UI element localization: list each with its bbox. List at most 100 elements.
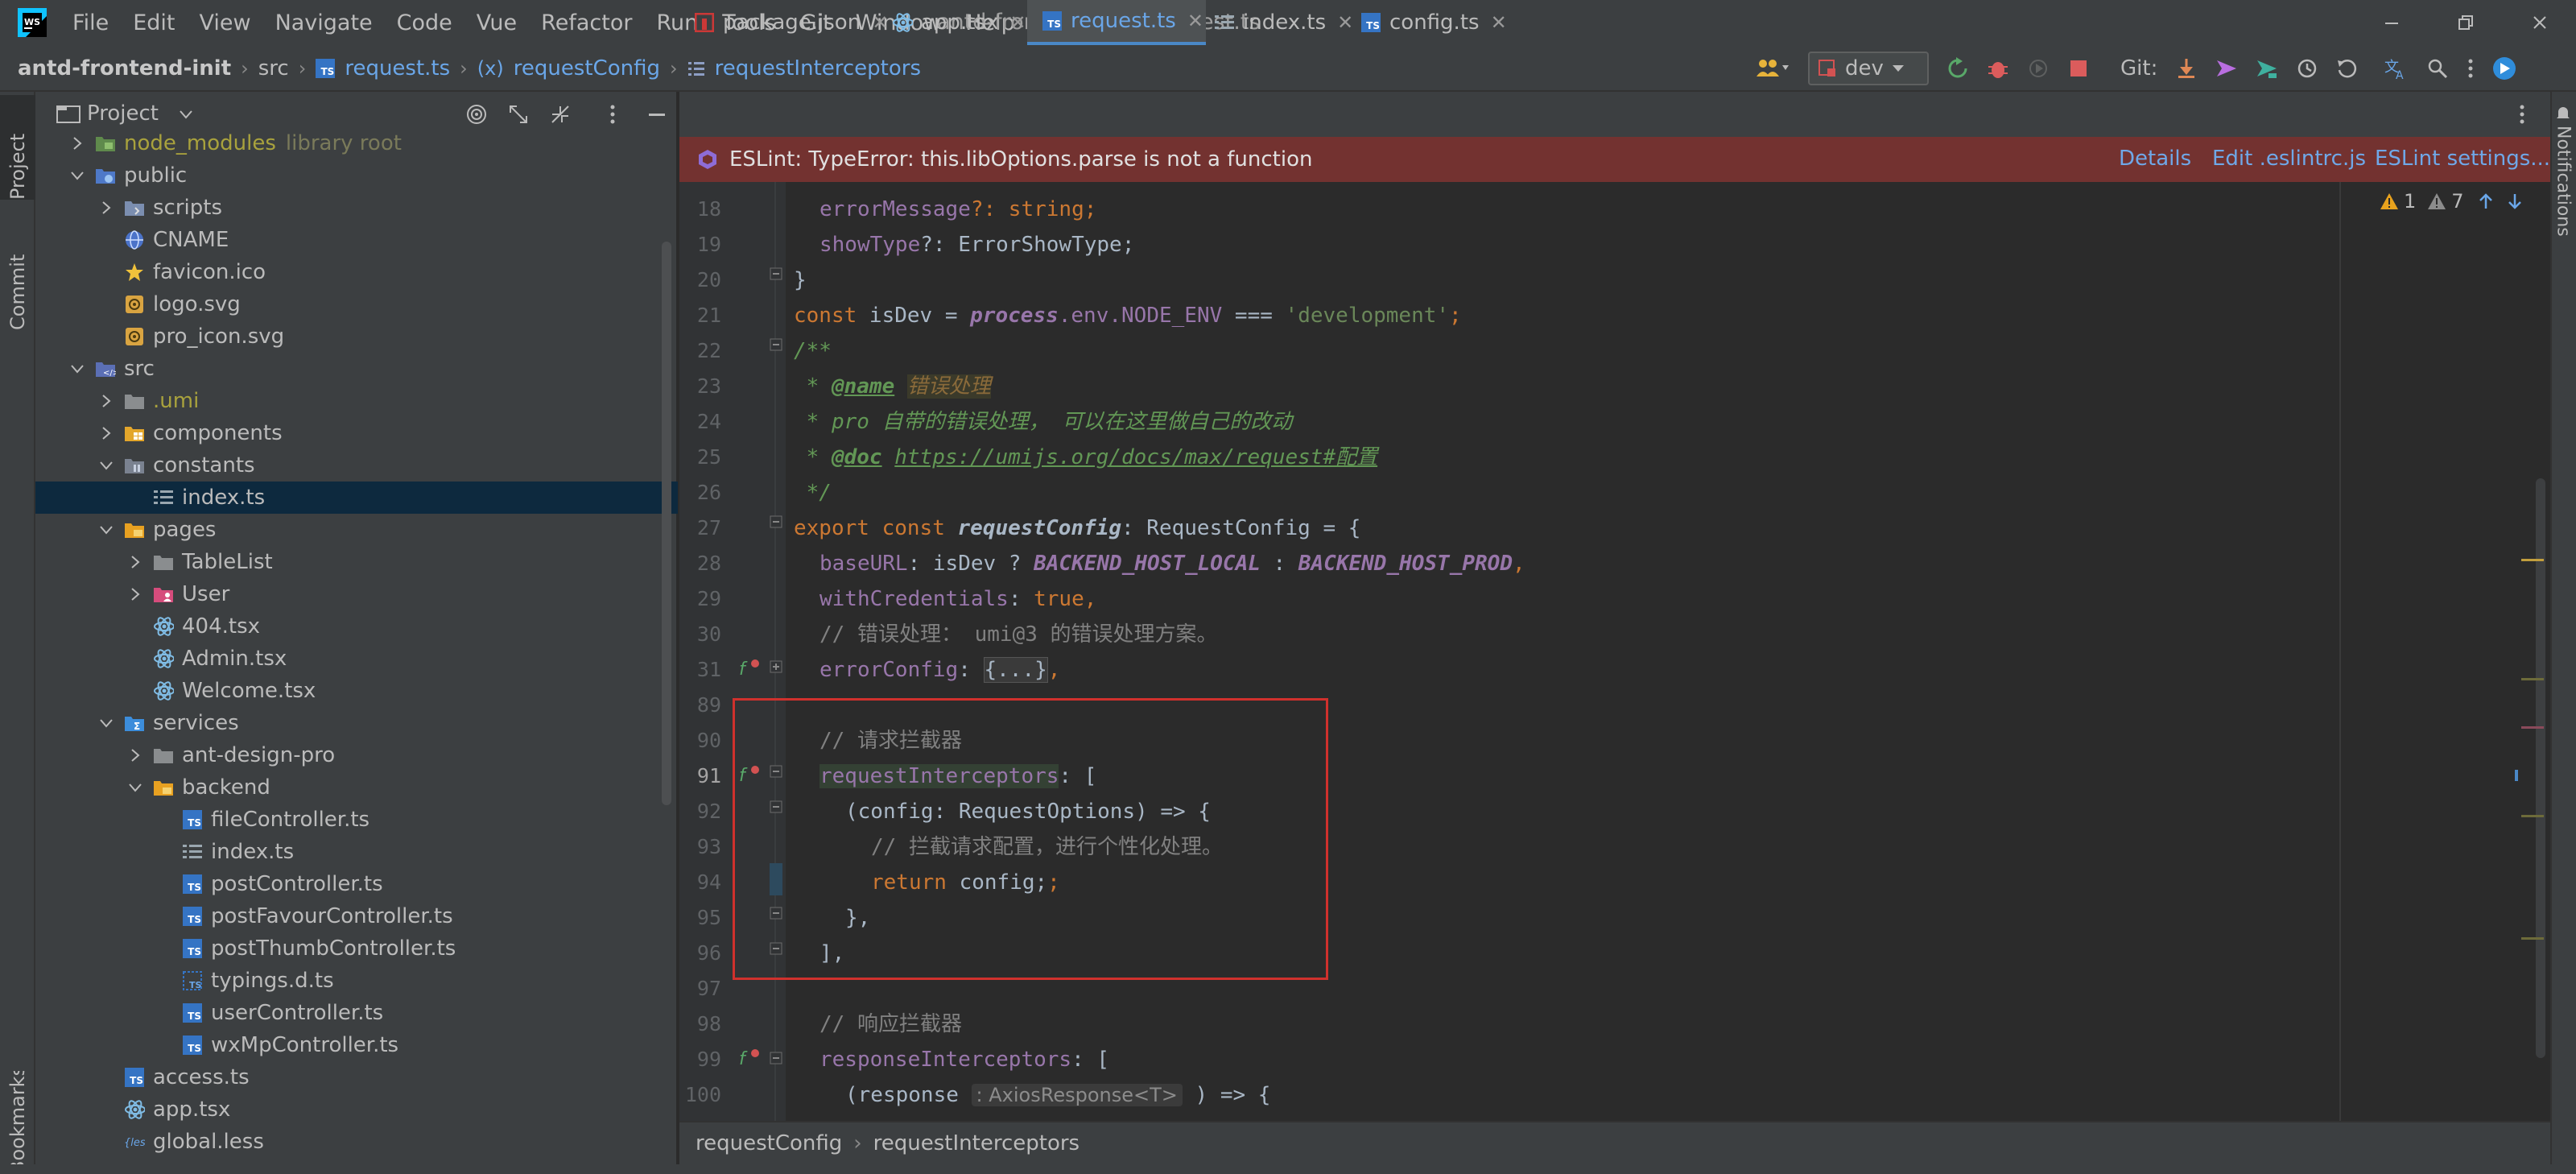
- status-crumb[interactable]: requestConfig: [696, 1131, 842, 1155]
- menu-navigate[interactable]: Navigate: [275, 10, 373, 35]
- tree-item[interactable]: backend: [35, 771, 270, 804]
- tree-item[interactable]: constants: [35, 449, 255, 482]
- tree-item[interactable]: 404.tsx: [35, 610, 260, 643]
- git-update-icon[interactable]: [2175, 57, 2198, 80]
- notifications-tool-button[interactable]: Notifications: [2550, 105, 2576, 250]
- chevron-right-icon[interactable]: [68, 134, 87, 153]
- chevron-down-icon[interactable]: [179, 110, 193, 119]
- error-stripe-mark[interactable]: [2521, 678, 2544, 680]
- tree-item[interactable]: favicon.ico: [35, 256, 266, 288]
- search-everywhere-icon[interactable]: [2426, 57, 2449, 80]
- tab-config-ts[interactable]: TS config.ts ✕: [1360, 0, 1507, 45]
- chevron-down-icon[interactable]: [97, 456, 116, 475]
- eslint-settings-link[interactable]: ESLint settings...: [2375, 147, 2550, 171]
- close-tab-icon[interactable]: ✕: [1337, 11, 1353, 34]
- restore-icon[interactable]: [2429, 0, 2502, 45]
- close-tab-icon[interactable]: ✕: [1187, 10, 1203, 32]
- tab-request-ts[interactable]: TS request.ts ✕: [1027, 0, 1206, 45]
- collaboration-icon[interactable]: [1755, 57, 1790, 80]
- chevron-down-icon[interactable]: [126, 778, 145, 797]
- hide-panel-icon[interactable]: [647, 103, 667, 126]
- webstorm-logo[interactable]: WS: [18, 8, 47, 37]
- arrow-up-icon[interactable]: [2477, 192, 2495, 210]
- folded-region[interactable]: {...}: [983, 657, 1048, 683]
- breadcrumb-project[interactable]: antd-frontend-init: [18, 56, 231, 81]
- chevron-down-icon[interactable]: [97, 520, 116, 539]
- run-gutter-icon[interactable]: f: [737, 1047, 760, 1069]
- options-icon[interactable]: [609, 103, 617, 126]
- tree-item[interactable]: TS postThumbController.ts: [35, 932, 456, 965]
- debug-icon[interactable]: [1987, 57, 2009, 80]
- run-gutter-icon[interactable]: f: [737, 657, 760, 680]
- tab-package-json[interactable]: package.json ✕: [694, 0, 888, 45]
- tree-item[interactable]: pages: [35, 514, 216, 546]
- eslint-details-link[interactable]: Details: [2119, 147, 2191, 171]
- tab-options-icon[interactable]: [2518, 103, 2526, 126]
- editor-scrollbar-thumb[interactable]: [2536, 478, 2545, 1058]
- tree-item[interactable]: Welcome.tsx: [35, 675, 316, 707]
- close-tab-icon[interactable]: ✕: [1491, 11, 1507, 34]
- git-commit-icon[interactable]: [2215, 57, 2238, 80]
- stop-icon[interactable]: [2067, 57, 2090, 80]
- tree-item[interactable]: index.ts: [35, 482, 678, 514]
- tree-item[interactable]: scripts: [35, 192, 222, 224]
- breadcrumb-member[interactable]: requestInterceptors: [715, 56, 921, 81]
- tree-item[interactable]: .umi: [35, 385, 199, 417]
- chevron-right-icon[interactable]: [126, 585, 145, 604]
- more-vertical-icon[interactable]: [2467, 57, 2475, 80]
- status-crumb[interactable]: requestInterceptors: [873, 1131, 1080, 1155]
- run-config-selector[interactable]: dev: [1808, 52, 1929, 85]
- chevron-down-icon[interactable]: [97, 713, 116, 733]
- edit-eslintrc-link[interactable]: Edit .eslintrc.js: [2212, 147, 2366, 171]
- chevron-right-icon[interactable]: [97, 391, 116, 411]
- tree-item[interactable]: Σservices: [35, 707, 239, 739]
- chevron-down-icon[interactable]: [68, 166, 87, 185]
- tree-item[interactable]: User: [35, 578, 229, 610]
- tree-item[interactable]: TableList: [35, 546, 273, 578]
- tree-item[interactable]: pro_icon.svg: [35, 320, 284, 353]
- commit-tool-button[interactable]: Commit: [0, 217, 35, 330]
- rerun-icon[interactable]: [1946, 57, 1969, 80]
- tree-item[interactable]: {less} global.less: [35, 1126, 264, 1158]
- breadcrumb-src[interactable]: src: [258, 56, 289, 81]
- tree-item[interactable]: TS userController.ts: [35, 997, 383, 1029]
- fold-toggle-icon[interactable]: [770, 338, 782, 351]
- tree-item[interactable]: index.ts: [35, 836, 294, 868]
- tree-item[interactable]: ant-design-pro: [35, 739, 335, 771]
- menu-vue[interactable]: Vue: [477, 10, 517, 35]
- menu-edit[interactable]: Edit: [133, 10, 175, 35]
- close-window-icon[interactable]: [2504, 0, 2576, 45]
- menu-refactor[interactable]: Refactor: [541, 10, 632, 35]
- chevron-right-icon[interactable]: [126, 746, 145, 765]
- locate-file-icon[interactable]: [465, 103, 488, 126]
- project-panel-title[interactable]: Project: [87, 101, 159, 126]
- bookmarks-tool-button[interactable]: Bookmarks: [0, 1071, 35, 1174]
- close-tab-icon[interactable]: ✕: [1009, 11, 1026, 34]
- tab-app-tsx[interactable]: app.tsx ✕: [892, 0, 1026, 45]
- error-stripe-mark[interactable]: [2521, 726, 2544, 729]
- error-stripe-mark[interactable]: [2521, 815, 2544, 817]
- chevron-right-icon[interactable]: [126, 552, 145, 572]
- tree-item[interactable]: public: [35, 159, 187, 192]
- history-icon[interactable]: [2296, 57, 2318, 80]
- jetbrains-toolbox-icon[interactable]: [2492, 56, 2516, 81]
- tree-item[interactable]: CNAME: [35, 224, 229, 256]
- error-stripe-mark[interactable]: [2521, 937, 2544, 940]
- coverage-icon[interactable]: [2027, 57, 2050, 80]
- expand-all-icon[interactable]: [507, 103, 530, 126]
- project-tool-button[interactable]: Project: [0, 95, 35, 200]
- tree-item[interactable]: app.tsx: [35, 1093, 230, 1126]
- rollback-icon[interactable]: [2336, 57, 2359, 80]
- tree-item[interactable]: TS fileController.ts: [35, 804, 369, 836]
- fold-toggle-icon[interactable]: [770, 267, 782, 280]
- menu-code[interactable]: Code: [397, 10, 452, 35]
- doc-link[interactable]: https://umijs.org/docs/max/request#配置: [894, 445, 1377, 469]
- chevron-down-icon[interactable]: [68, 359, 87, 378]
- minimize-icon[interactable]: [2355, 0, 2428, 45]
- inspection-widget[interactable]: 1 7: [2380, 190, 2524, 213]
- fold-toggle-icon[interactable]: [770, 660, 782, 673]
- git-push-icon[interactable]: [2256, 57, 2278, 80]
- fold-toggle-icon[interactable]: [770, 515, 782, 528]
- error-stripe[interactable]: [2515, 182, 2550, 1121]
- fold-toggle-icon[interactable]: [770, 1052, 782, 1064]
